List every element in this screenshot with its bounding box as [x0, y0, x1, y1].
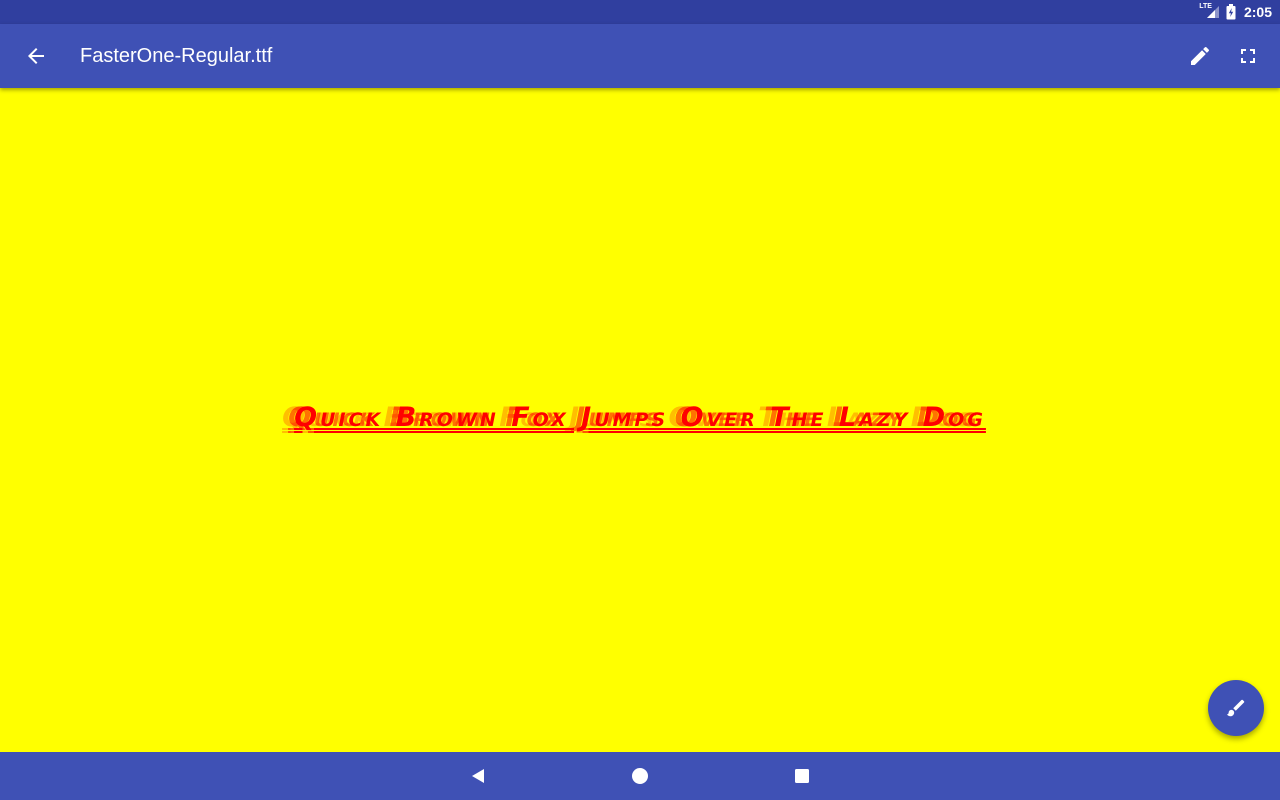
signal-indicator: LTE	[1199, 3, 1220, 19]
arrow-back-icon	[28, 48, 44, 64]
nav-home-button[interactable]	[616, 752, 664, 800]
sample-text: Quick Brown Fox Jumps Over The Lazy Dog	[294, 401, 986, 433]
nav-recents-icon	[795, 769, 809, 783]
fullscreen-icon	[1241, 49, 1255, 63]
fullscreen-button[interactable]	[1224, 32, 1272, 80]
brush-icon	[1226, 699, 1245, 717]
font-preview-area: Quick Brown Fox Jumps Over The Lazy Dog	[0, 88, 1280, 752]
edit-text-button[interactable]	[1176, 32, 1224, 80]
battery-charging-icon	[1226, 4, 1236, 20]
nav-back-icon	[472, 769, 484, 783]
nav-recents-button[interactable]	[778, 752, 826, 800]
back-button[interactable]	[12, 32, 60, 80]
sample-text-container: Quick Brown Fox Jumps Over The Lazy Dog	[0, 88, 1280, 752]
nav-home-icon	[632, 768, 648, 784]
status-bar: LTE 2:05	[0, 0, 1280, 24]
signal-icon	[1206, 6, 1219, 18]
page-title: FasterOne-Regular.ttf	[80, 45, 273, 67]
navigation-bar	[0, 752, 1280, 800]
clock: 2:05	[1243, 4, 1272, 20]
nav-back-button[interactable]	[454, 752, 502, 800]
app-bar: FasterOne-Regular.ttf	[0, 24, 1280, 88]
style-fab-button[interactable]	[1208, 680, 1264, 736]
pencil-icon	[1191, 46, 1210, 65]
